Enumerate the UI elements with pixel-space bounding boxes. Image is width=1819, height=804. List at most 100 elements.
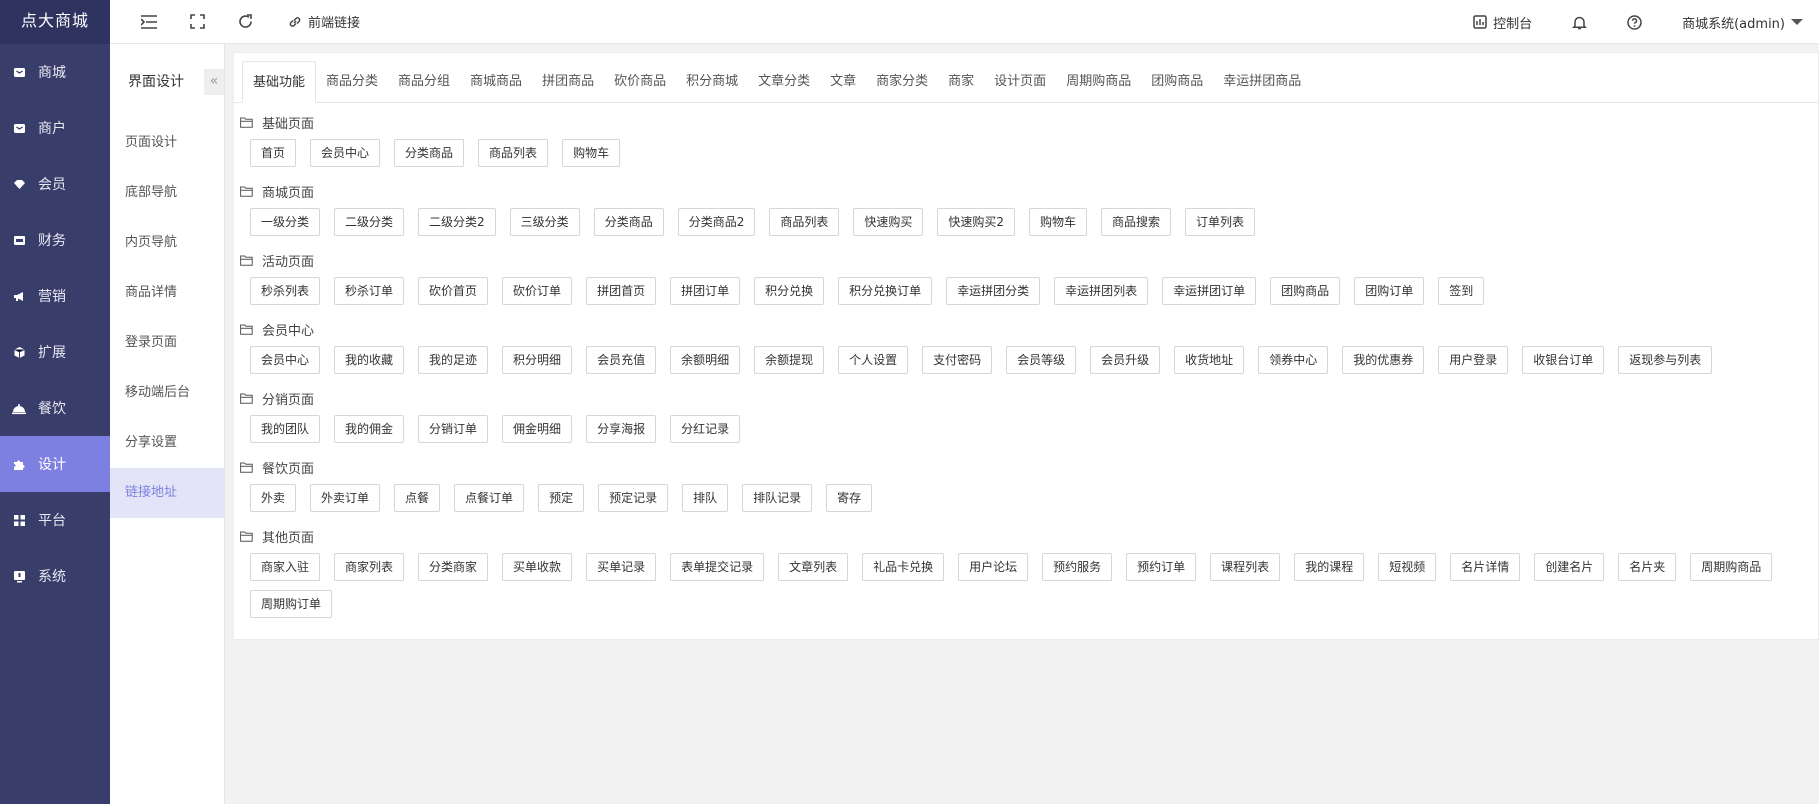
link-button[interactable]: 领券中心 bbox=[1258, 346, 1329, 374]
link-button[interactable]: 预约服务 bbox=[1042, 553, 1113, 581]
link-button[interactable]: 拼团订单 bbox=[670, 277, 741, 305]
sidebar-item[interactable]: 商城 bbox=[0, 44, 110, 100]
link-button[interactable]: 商家入驻 bbox=[250, 553, 321, 581]
subnav-item[interactable]: 登录页面 bbox=[110, 318, 224, 368]
user-menu[interactable]: 商城系统(admin) bbox=[1682, 13, 1803, 32]
link-button[interactable]: 快速购买 bbox=[853, 208, 924, 236]
subnav-item[interactable]: 内页导航 bbox=[110, 218, 224, 268]
link-button[interactable]: 礼品卡兑换 bbox=[862, 553, 945, 581]
link-button[interactable]: 会员升级 bbox=[1090, 346, 1161, 374]
link-button[interactable]: 短视频 bbox=[1378, 553, 1437, 581]
bell-icon[interactable] bbox=[1572, 15, 1588, 30]
link-button[interactable]: 二级分类2 bbox=[418, 208, 496, 236]
sidebar-item[interactable]: 财务 bbox=[0, 212, 110, 268]
link-button[interactable]: 二级分类 bbox=[334, 208, 405, 236]
link-button[interactable]: 用户登录 bbox=[1438, 346, 1509, 374]
link-button[interactable]: 我的优惠券 bbox=[1342, 346, 1425, 374]
refresh-icon[interactable] bbox=[236, 13, 254, 31]
link-button[interactable]: 会员等级 bbox=[1006, 346, 1077, 374]
link-button[interactable]: 排队记录 bbox=[742, 484, 813, 512]
link-button[interactable]: 买单记录 bbox=[586, 553, 657, 581]
subnav-item[interactable]: 链接地址 bbox=[110, 468, 224, 518]
link-button[interactable]: 收银台订单 bbox=[1522, 346, 1605, 374]
link-button[interactable]: 秒杀订单 bbox=[334, 277, 405, 305]
link-tab[interactable]: 幸运拼团商品 bbox=[1213, 61, 1311, 102]
link-tab[interactable]: 文章分类 bbox=[748, 61, 820, 102]
link-button[interactable]: 余额明细 bbox=[670, 346, 741, 374]
sidebar-item[interactable]: 商户 bbox=[0, 100, 110, 156]
link-button[interactable]: 商品列表 bbox=[478, 139, 549, 167]
link-button[interactable]: 购物车 bbox=[562, 139, 621, 167]
collapse-icon[interactable]: « bbox=[204, 69, 224, 95]
sidebar-item[interactable]: 餐饮 bbox=[0, 380, 110, 436]
link-button[interactable]: 分销订单 bbox=[418, 415, 489, 443]
link-tab[interactable]: 砍价商品 bbox=[604, 61, 676, 102]
fullscreen-icon[interactable] bbox=[188, 13, 206, 31]
link-button[interactable]: 三级分类 bbox=[509, 208, 580, 236]
link-button[interactable]: 一级分类 bbox=[250, 208, 321, 236]
menu-toggle-icon[interactable] bbox=[140, 13, 158, 31]
link-button[interactable]: 会员中心 bbox=[310, 139, 381, 167]
link-button[interactable]: 点餐 bbox=[394, 484, 441, 512]
link-tab[interactable]: 商品分类 bbox=[316, 61, 388, 102]
link-button[interactable]: 商品搜索 bbox=[1101, 208, 1172, 236]
link-button[interactable]: 表单提交记录 bbox=[670, 553, 765, 581]
link-button[interactable]: 我的课程 bbox=[1294, 553, 1365, 581]
frontend-link-button[interactable]: 前端链接 bbox=[288, 12, 360, 31]
sidebar-item[interactable]: 系统 bbox=[0, 548, 110, 604]
link-button[interactable]: 商品列表 bbox=[769, 208, 840, 236]
link-button[interactable]: 幸运拼团列表 bbox=[1054, 277, 1149, 305]
sidebar-item[interactable]: 扩展 bbox=[0, 324, 110, 380]
link-button[interactable]: 秒杀列表 bbox=[250, 277, 321, 305]
link-tab[interactable]: 商家 bbox=[938, 61, 984, 102]
subnav-item[interactable]: 底部导航 bbox=[110, 168, 224, 218]
link-tab[interactable]: 商家分类 bbox=[866, 61, 938, 102]
link-button[interactable]: 我的足迹 bbox=[418, 346, 489, 374]
subnav-item[interactable]: 商品详情 bbox=[110, 268, 224, 318]
link-button[interactable]: 会员中心 bbox=[250, 346, 321, 374]
link-button[interactable]: 用户论坛 bbox=[958, 553, 1029, 581]
link-tab[interactable]: 团购商品 bbox=[1141, 61, 1213, 102]
sidebar-item[interactable]: 会员 bbox=[0, 156, 110, 212]
link-button[interactable]: 我的收藏 bbox=[334, 346, 405, 374]
link-button[interactable]: 积分兑换订单 bbox=[838, 277, 933, 305]
link-button[interactable]: 我的佣金 bbox=[334, 415, 405, 443]
link-button[interactable]: 预定 bbox=[538, 484, 585, 512]
link-button[interactable]: 课程列表 bbox=[1210, 553, 1281, 581]
link-button[interactable]: 预约订单 bbox=[1126, 553, 1197, 581]
link-button[interactable]: 寄存 bbox=[826, 484, 873, 512]
link-button[interactable]: 订单列表 bbox=[1185, 208, 1256, 236]
link-tab[interactable]: 设计页面 bbox=[984, 61, 1056, 102]
link-button[interactable]: 名片夹 bbox=[1618, 553, 1677, 581]
link-button[interactable]: 拼团首页 bbox=[586, 277, 657, 305]
link-button[interactable]: 积分兑换 bbox=[754, 277, 825, 305]
subnav-item[interactable]: 页面设计 bbox=[110, 118, 224, 168]
link-button[interactable]: 余额提现 bbox=[754, 346, 825, 374]
link-button[interactable]: 商家列表 bbox=[334, 553, 405, 581]
link-button[interactable]: 购物车 bbox=[1029, 208, 1088, 236]
link-button[interactable]: 创建名片 bbox=[1534, 553, 1605, 581]
link-button[interactable]: 支付密码 bbox=[922, 346, 993, 374]
link-button[interactable]: 签到 bbox=[1438, 277, 1485, 305]
link-button[interactable]: 分类商家 bbox=[418, 553, 489, 581]
link-button[interactable]: 砍价首页 bbox=[418, 277, 489, 305]
link-button[interactable]: 文章列表 bbox=[778, 553, 849, 581]
link-tab[interactable]: 商品分组 bbox=[388, 61, 460, 102]
sidebar-item[interactable]: 营销 bbox=[0, 268, 110, 324]
link-button[interactable]: 买单收款 bbox=[502, 553, 573, 581]
link-tab[interactable]: 拼团商品 bbox=[532, 61, 604, 102]
link-button[interactable]: 分类商品2 bbox=[677, 208, 756, 236]
link-button[interactable]: 我的团队 bbox=[250, 415, 321, 443]
link-button[interactable]: 积分明细 bbox=[502, 346, 573, 374]
link-button[interactable]: 分红记录 bbox=[670, 415, 741, 443]
link-button[interactable]: 幸运拼团订单 bbox=[1162, 277, 1257, 305]
link-button[interactable]: 点餐订单 bbox=[454, 484, 525, 512]
subnav-item[interactable]: 分享设置 bbox=[110, 418, 224, 468]
app-logo[interactable]: 点大商城 bbox=[0, 0, 110, 44]
link-tab[interactable]: 基础功能 bbox=[242, 61, 317, 103]
subnav-item[interactable]: 移动端后台 bbox=[110, 368, 224, 418]
link-button[interactable]: 收货地址 bbox=[1174, 346, 1245, 374]
link-button[interactable]: 周期购商品 bbox=[1690, 553, 1773, 581]
link-button[interactable]: 分类商品 bbox=[394, 139, 465, 167]
link-button[interactable]: 幸运拼团分类 bbox=[946, 277, 1041, 305]
